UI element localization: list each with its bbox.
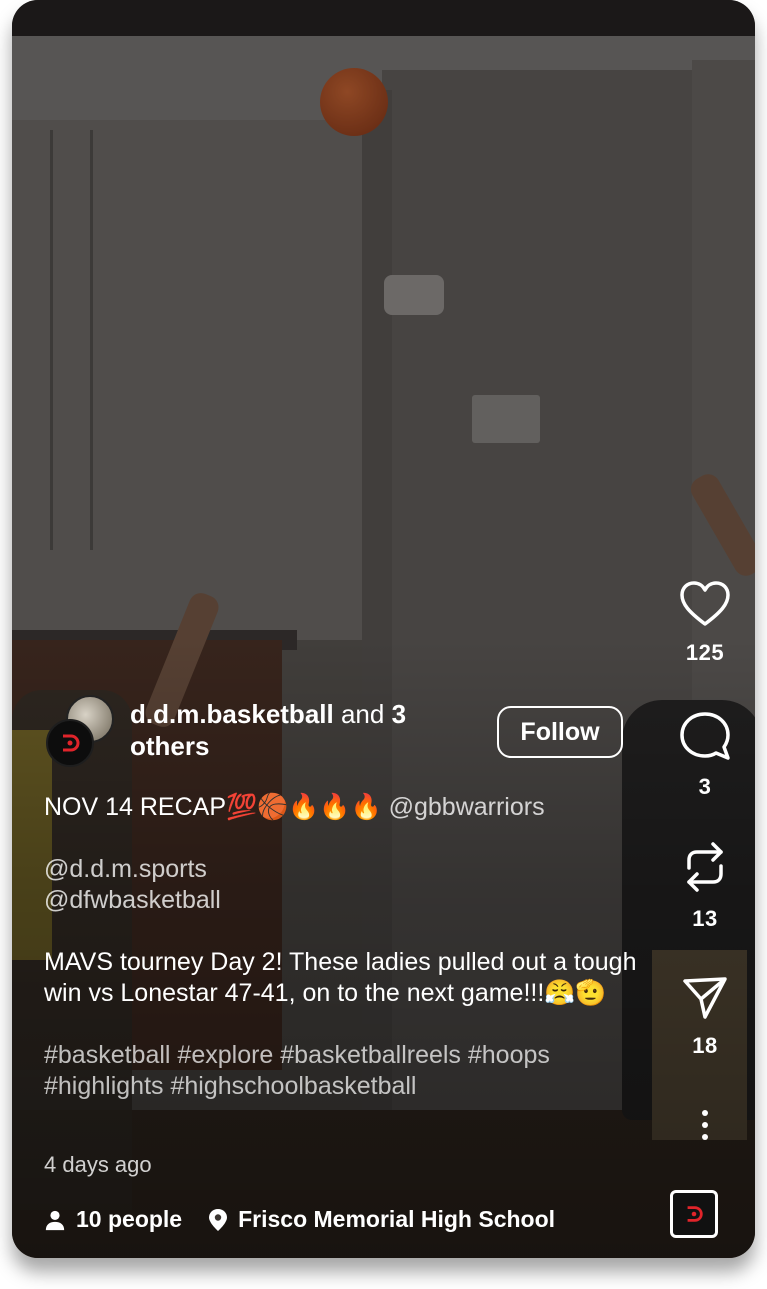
caption-recap: NOV 14 RECAP💯🏀🔥🔥🔥 (44, 793, 382, 821)
more-vertical-icon[interactable] (695, 1110, 715, 1146)
like-action[interactable]: 125 (655, 580, 755, 666)
post-meta: 10 people Frisco Memorial High School (44, 1206, 581, 1233)
post-timestamp: 4 days ago (44, 1152, 152, 1177)
author-username[interactable]: d.d.m.basketball (130, 699, 334, 729)
author-avatar[interactable] (46, 719, 94, 767)
like-count: 125 (685, 640, 725, 665)
brand-logo-icon (687, 1206, 703, 1222)
original-audio-button[interactable] (670, 1190, 718, 1238)
location-pin-icon (209, 1208, 228, 1231)
author-others-count[interactable]: 3 (392, 699, 406, 729)
caption-body: MAVS tourney Day 2! These ladies pulled … (44, 948, 637, 1007)
heart-icon[interactable] (679, 580, 731, 628)
person-icon (45, 1210, 65, 1230)
mention-dfwbasketball[interactable]: @dfwbasketball (44, 885, 654, 916)
author-avatars[interactable] (46, 695, 126, 775)
tagged-people-label: 10 people (76, 1206, 183, 1232)
caption: NOV 14 RECAP💯🏀🔥🔥🔥 @gbbwarriors @d.d.m.sp… (44, 792, 654, 1102)
repost-icon[interactable] (681, 840, 729, 894)
caption-hashtags[interactable]: #basketball #explore #basketballreels #h… (44, 1040, 654, 1102)
share-count: 18 (692, 1033, 718, 1058)
comment-count: 3 (698, 774, 712, 799)
action-rail: 125 3 13 18 (655, 0, 755, 1258)
mention-gbbwarriors[interactable]: @gbbwarriors (389, 793, 545, 821)
reel-card[interactable]: d.d.m.basketball and 3 others Follow NOV… (12, 0, 755, 1258)
author-others[interactable]: others (130, 731, 209, 761)
share-action[interactable]: 18 (655, 975, 755, 1059)
location[interactable]: Frisco Memorial High School (208, 1206, 555, 1233)
repost-action[interactable]: 13 (655, 840, 755, 932)
comment-bubble-icon[interactable] (678, 710, 732, 762)
send-icon[interactable] (681, 975, 729, 1021)
comment-action[interactable]: 3 (655, 710, 755, 800)
tagged-people[interactable]: 10 people (44, 1206, 182, 1233)
follow-button[interactable]: Follow (497, 706, 623, 758)
mention-ddm-sports[interactable]: @d.d.m.sports (44, 854, 654, 885)
repost-count: 13 (692, 906, 718, 931)
location-label: Frisco Memorial High School (238, 1206, 556, 1232)
author-and: and (340, 699, 385, 729)
brand-logo-icon (63, 734, 80, 752)
author-line[interactable]: d.d.m.basketball and 3 others (130, 698, 460, 762)
